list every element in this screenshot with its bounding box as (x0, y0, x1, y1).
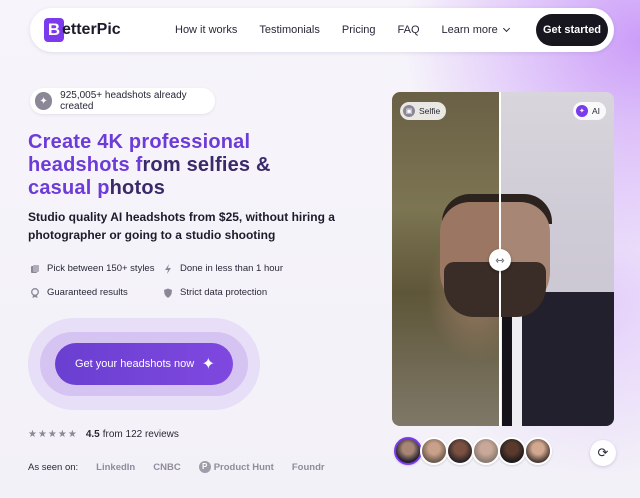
nav-link-faq[interactable]: FAQ (398, 24, 420, 36)
learn-more-label: Learn more (441, 24, 498, 36)
as-seen-on: As seen on: LinkedIn CNBC P Product Hunt … (28, 461, 325, 473)
as-seen-on-label: As seen on: (28, 461, 79, 473)
feature-speed: Done in less than 1 hour (163, 263, 283, 274)
thumbnail[interactable] (498, 437, 526, 465)
nav-link-how-it-works[interactable]: How it works (175, 24, 237, 36)
hero-title-line1: Create 4K professional (28, 131, 251, 153)
rating-text: from 122 reviews (102, 429, 179, 440)
medal-icon (31, 287, 39, 298)
cta-glow-inner: Get your headshots now ✦ (40, 332, 248, 396)
feature-styles: Pick between 150+ styles (30, 263, 154, 274)
star-rating-icon: ★★★★★ (28, 429, 78, 440)
get-headshots-label: Get your headshots now (75, 358, 195, 370)
producthunt-logo: P Product Hunt (198, 461, 274, 473)
chevron-down-icon (502, 24, 510, 33)
feature-guarantee-text: Guaranteed results (47, 287, 128, 298)
feature-speed-text: Done in less than 1 hour (180, 263, 283, 274)
hero-title: Create 4K professional headshots from se… (28, 131, 348, 200)
nav-learn-more-dropdown[interactable]: Learn more (441, 24, 510, 36)
ai-tag: ✦ AI (572, 102, 606, 120)
badge-text: 925,005+ headshots already created (60, 90, 187, 112)
logo-mark: B (44, 18, 64, 42)
hero-title-line3a: casual p (28, 177, 110, 199)
top-navbar: B etterPic How it works Testimonials Pri… (30, 8, 614, 52)
styles-icon (31, 264, 39, 273)
before-after-comparison[interactable]: ⇿ ▣ Selfie ✦ AI (392, 92, 614, 426)
lightning-icon (165, 263, 171, 274)
get-headshots-button[interactable]: Get your headshots now ✦ (55, 343, 233, 385)
beard-selfie (444, 262, 500, 317)
reviews-rating[interactable]: ★★★★★ 4.5 from 122 reviews (28, 429, 179, 440)
sparkle-icon: ✦ (201, 356, 215, 373)
hero-title-line2a: headshots f (28, 154, 143, 176)
sparkle-icon: ✦ (35, 92, 53, 110)
selfie-tag: ▣ Selfie (400, 102, 447, 120)
thumbnail[interactable] (524, 437, 552, 465)
feature-guarantee: Guaranteed results (30, 287, 128, 298)
ai-tag-label: AI (591, 106, 600, 116)
cnbc-logo: CNBC (153, 461, 181, 473)
headshots-count-badge: ✦ 925,005+ headshots already created (30, 88, 215, 114)
thumbnail[interactable] (420, 437, 448, 465)
cta-glow-outer: Get your headshots now ✦ (28, 318, 260, 410)
shield-icon (164, 288, 172, 298)
hero-title-line3b: hotos (109, 177, 166, 199)
feature-privacy-text: Strict data protection (180, 287, 268, 298)
betterpic-logo[interactable]: B etterPic (44, 18, 121, 42)
linkedin-logo: LinkedIn (96, 461, 136, 473)
nav-link-testimonials[interactable]: Testimonials (259, 24, 320, 36)
thumbnail[interactable] (446, 437, 474, 465)
selfie-tag-label: Selfie (419, 106, 441, 116)
drag-handle-icon[interactable]: ⇿ (489, 249, 511, 271)
producthunt-text: Product Hunt (213, 461, 274, 473)
hero-title-line2b: rom selfies & (142, 154, 271, 176)
producthunt-icon: P (198, 461, 211, 473)
sparkle-icon: ✦ (575, 105, 588, 117)
nav-link-pricing[interactable]: Pricing (342, 24, 376, 36)
get-started-button[interactable]: Get started (536, 14, 608, 46)
phone-icon: ▣ (403, 105, 415, 117)
feature-privacy: Strict data protection (163, 287, 267, 298)
thumbnail[interactable] (394, 437, 422, 465)
foundr-logo: Foundr (291, 461, 325, 473)
tie (502, 317, 512, 426)
nav-links: How it works Testimonials Pricing FAQ Le… (175, 8, 531, 52)
logo-text: etterPic (62, 21, 121, 38)
hero-subtitle: Studio quality AI headshots from $25, wi… (28, 210, 335, 242)
refresh-icon[interactable]: ⟳ (590, 440, 616, 466)
rating-score: 4.5 (85, 429, 100, 440)
thumbnail[interactable] (472, 437, 500, 465)
example-thumbnails (394, 437, 552, 465)
feature-styles-text: Pick between 150+ styles (47, 263, 155, 274)
